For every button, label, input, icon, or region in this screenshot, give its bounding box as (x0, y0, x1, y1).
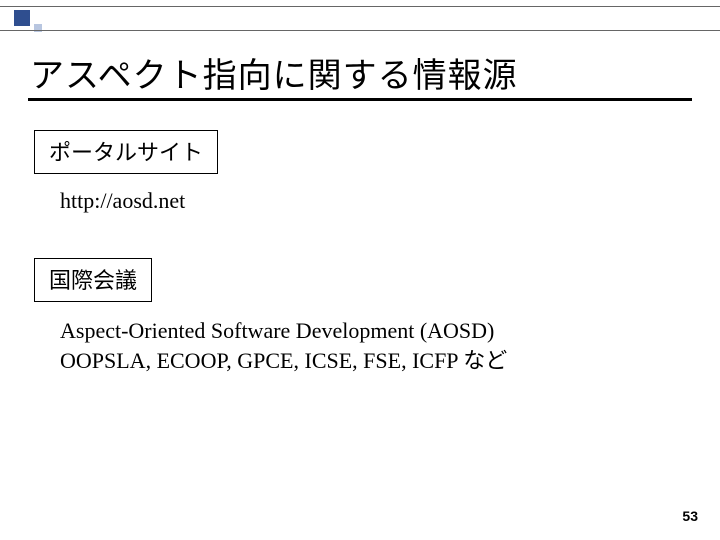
top-thin-line-2 (0, 30, 720, 31)
slide-top-decoration (0, 0, 720, 36)
section-label-conferences: 国際会議 (34, 258, 152, 302)
square-large-icon (14, 10, 30, 26)
slide-title: アスペクト指向に関する情報源 (30, 48, 518, 97)
top-thin-line (0, 6, 720, 7)
portal-url-text: http://aosd.net (60, 186, 185, 217)
title-underline (28, 98, 692, 101)
conference-line-1: Aspect-Oriented Software Development (AO… (60, 316, 494, 347)
section-label-portal: ポータルサイト (34, 130, 218, 174)
conference-line-2: OOPSLA, ECOOP, GPCE, ICSE, FSE, ICFP など (60, 346, 507, 377)
page-number: 53 (682, 508, 698, 524)
